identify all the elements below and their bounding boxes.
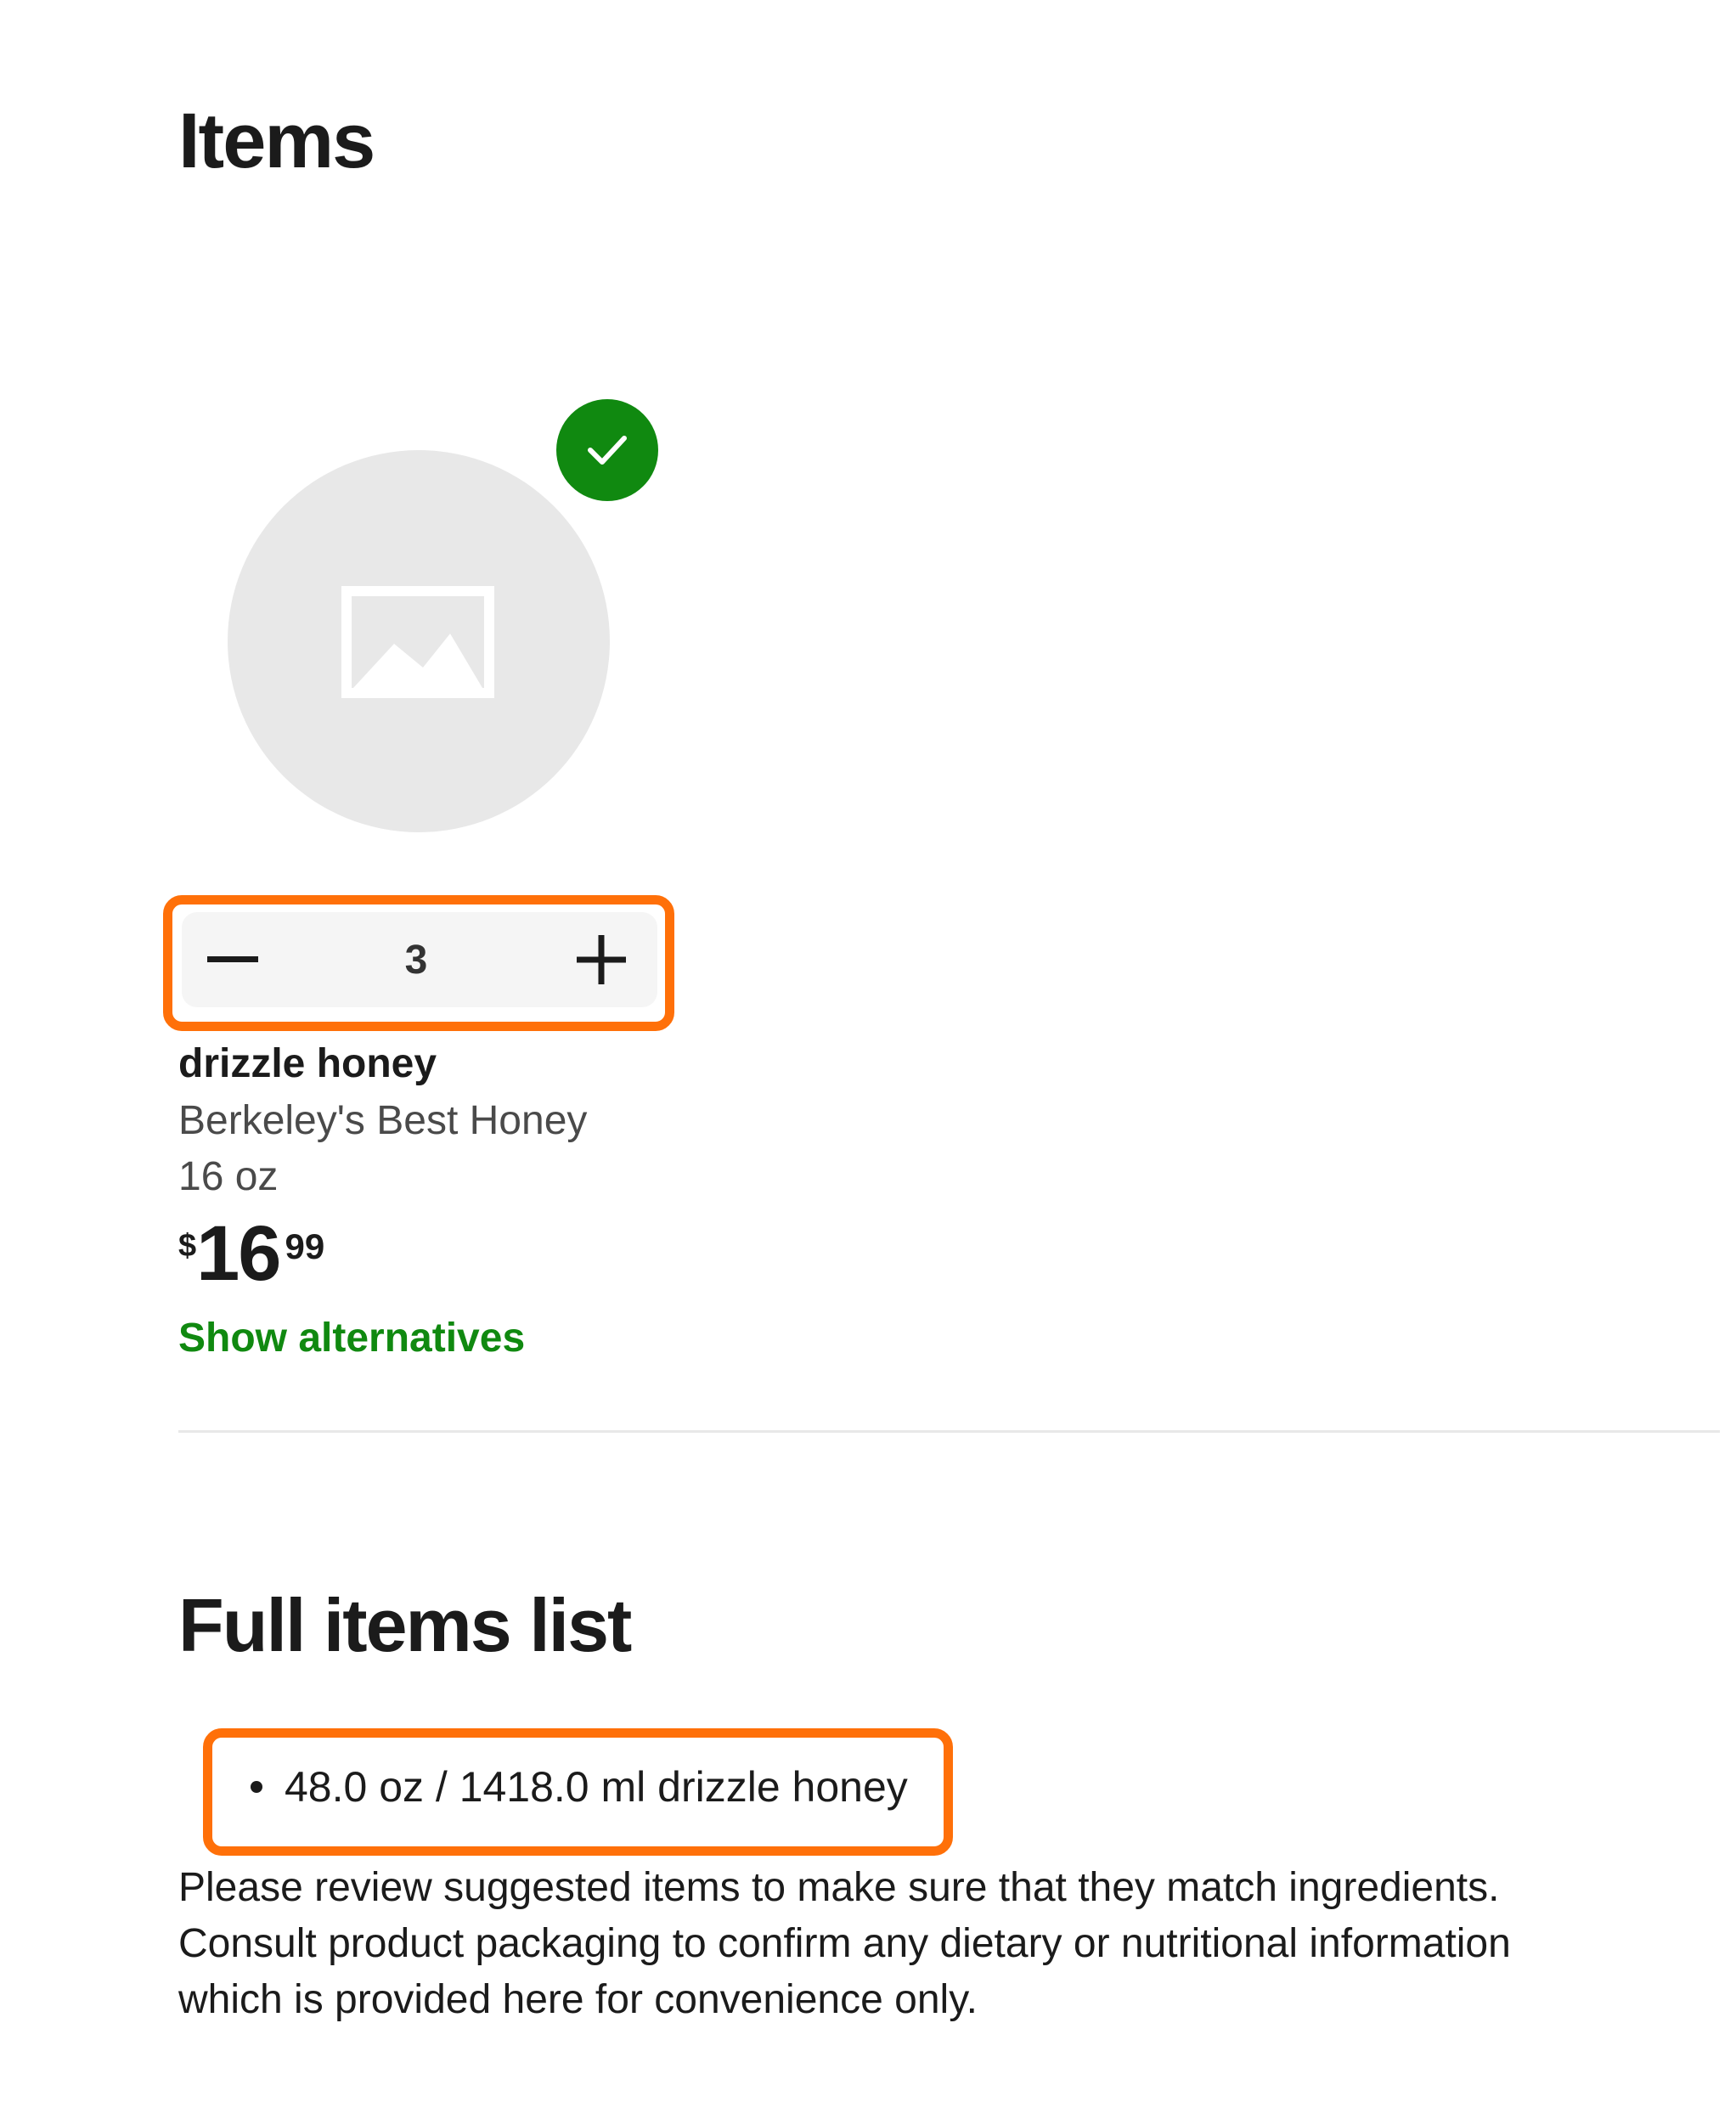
- list-item: 48.0 oz / 1418.0 ml drizzle honey: [251, 1762, 908, 1812]
- show-alternatives-link[interactable]: Show alternatives: [178, 1315, 525, 1361]
- product-price: $ 16 99: [178, 1214, 324, 1293]
- price-dollars: 16: [196, 1210, 281, 1297]
- items-heading: Items: [178, 98, 375, 184]
- disclaimer-line: which is provided here for convenience o…: [178, 1977, 978, 2022]
- checkmark-icon: [588, 436, 627, 465]
- price-currency: $: [178, 1228, 197, 1264]
- disclaimer-line: Please review suggested items to make su…: [178, 1865, 1500, 1910]
- section-divider: [178, 1430, 1720, 1433]
- plus-icon: [577, 935, 626, 984]
- quantity-value: 3: [404, 937, 428, 983]
- product-name[interactable]: drizzle honey: [178, 1040, 437, 1087]
- list-item-text: 48.0 oz / 1418.0 ml drizzle honey: [285, 1763, 908, 1811]
- product-brand: Berkeley's Best Honey: [178, 1098, 588, 1143]
- decrement-button[interactable]: [182, 912, 284, 1007]
- bullet-icon: [251, 1781, 262, 1793]
- selected-badge: [556, 399, 658, 501]
- disclaimer-line: Consult product packaging to confirm any…: [178, 1921, 1511, 1966]
- increment-button[interactable]: [550, 912, 652, 1007]
- full-items-list-heading: Full items list: [178, 1583, 632, 1667]
- minus-icon: [207, 956, 258, 962]
- image-placeholder-icon: [341, 586, 494, 698]
- product-size: 16 oz: [178, 1154, 279, 1199]
- price-cents: 99: [285, 1226, 325, 1266]
- disclaimer-text: Please review suggested items to make su…: [178, 1860, 1707, 2028]
